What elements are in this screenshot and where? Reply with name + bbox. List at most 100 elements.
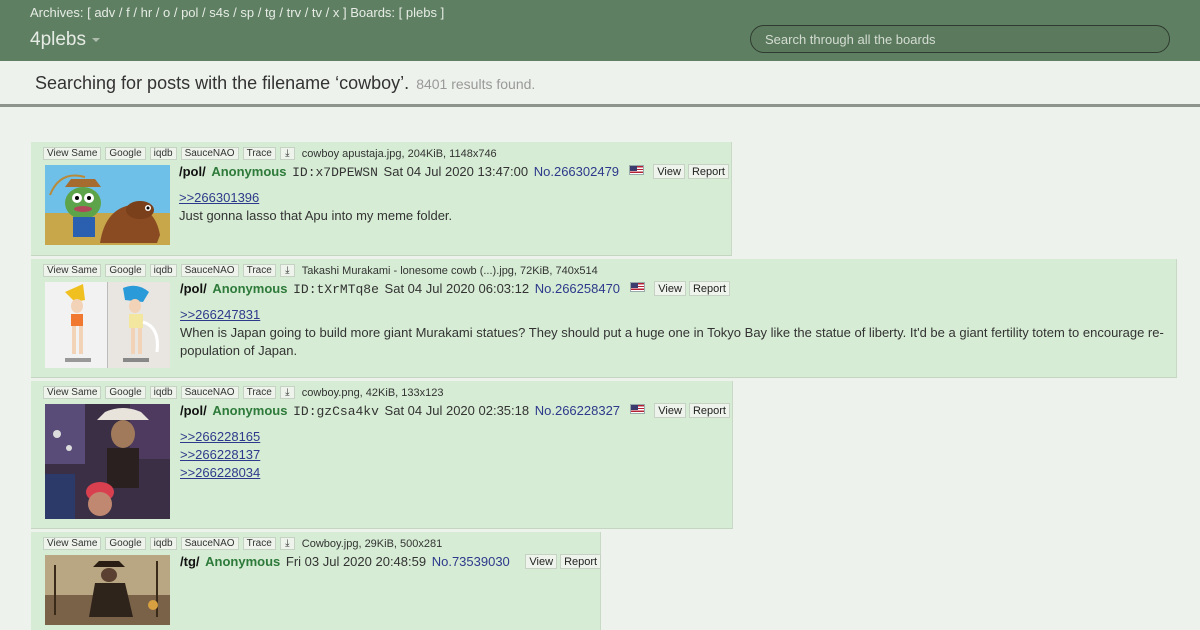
view-post-button[interactable]: View	[654, 281, 686, 296]
post-board[interactable]: /pol/	[180, 281, 207, 296]
archive-link-o[interactable]: o	[163, 5, 170, 20]
quote-link[interactable]: >>266228137	[180, 446, 720, 464]
post-thumbnail[interactable]	[45, 282, 170, 368]
poster-id[interactable]: ID:gzCsa4kv	[293, 404, 379, 419]
post-date: Sat 04 Jul 2020 06:03:12	[384, 281, 530, 296]
iqdb-button[interactable]: iqdb	[149, 537, 177, 550]
saucenao-button[interactable]: SauceNAO	[180, 264, 239, 277]
view-same-button[interactable]: View Same	[43, 537, 102, 550]
view-post-button[interactable]: View	[525, 554, 558, 569]
post-meta: /pol/ Anonymous ID:x7DPEWSN Sat 04 Jul 2…	[179, 164, 729, 180]
archive-link-x[interactable]: x	[333, 5, 340, 20]
iqdb-button[interactable]: iqdb	[149, 147, 177, 160]
saucenao-button[interactable]: SauceNAO	[180, 386, 239, 399]
poster-id[interactable]: ID:x7DPEWSN	[292, 165, 378, 180]
post-meta: /pol/ Anonymous ID:gzCsa4kv Sat 04 Jul 2…	[180, 403, 730, 419]
post-meta: /pol/ Anonymous ID:tXrMTq8e Sat 04 Jul 2…	[180, 281, 730, 297]
post-date: Sat 04 Jul 2020 02:35:18	[384, 403, 530, 418]
archive-link-pol[interactable]: pol	[181, 5, 198, 20]
image-tools: View Same Google iqdb SauceNAO Trace ⤓ cowboy …	[43, 147, 497, 160]
cowboy-photo-image	[45, 404, 170, 519]
archive-link-tv[interactable]: tv	[312, 5, 322, 20]
post-thumbnail[interactable]	[45, 555, 170, 625]
trace-button[interactable]: Trace	[242, 264, 276, 277]
us-flag-icon	[629, 404, 645, 414]
post-body: >>266228165 >>266228137 >>266228034	[180, 428, 720, 482]
board-link-plebs[interactable]: plebs	[406, 5, 437, 20]
download-icon[interactable]: ⤓	[279, 537, 295, 550]
poster-id[interactable]: ID:tXrMTq8e	[293, 282, 379, 297]
download-icon[interactable]: ⤓	[279, 386, 295, 399]
post-board[interactable]: /pol/	[179, 164, 206, 179]
archive-link-tg[interactable]: tg	[265, 5, 276, 20]
cowboy-artwork-image	[45, 555, 170, 625]
report-post-button[interactable]: Report	[560, 554, 602, 569]
file-info[interactable]: Takashi Murakami - lonesome cowb (...).j…	[302, 265, 598, 277]
file-info[interactable]: cowboy apustaja.jpg, 204KiB, 1148x746	[302, 148, 497, 160]
post-number[interactable]: No.266302479	[534, 164, 619, 179]
archives-nav: Archives: [ adv / f / hr / o / pol / s4s…	[30, 5, 445, 20]
quote-link[interactable]: >>266301396	[179, 189, 719, 207]
view-post-button[interactable]: View	[653, 164, 685, 179]
download-icon[interactable]: ⤓	[279, 147, 295, 160]
archive-link-f[interactable]: f	[126, 5, 130, 20]
quote-link[interactable]: >>266228165	[180, 428, 720, 446]
post-text: Just gonna lasso that Apu into my meme f…	[179, 208, 453, 223]
post-thumbnail[interactable]	[45, 404, 170, 519]
boards-label: ] Boards: [	[343, 5, 403, 20]
file-info[interactable]: Cowboy.jpg, 29KiB, 500x281	[302, 538, 442, 550]
pepe-cowboy-image	[45, 165, 170, 245]
download-icon[interactable]: ⤓	[279, 264, 295, 277]
archive-link-s4s[interactable]: s4s	[209, 5, 229, 20]
post-board[interactable]: /tg/	[180, 554, 200, 569]
brand-menu[interactable]: 4plebs	[30, 29, 100, 51]
brand-name: 4plebs	[30, 29, 86, 50]
view-same-button[interactable]: View Same	[43, 264, 102, 277]
post-author: Anonymous	[211, 164, 287, 179]
archive-link-sp[interactable]: sp	[240, 5, 254, 20]
trace-button[interactable]: Trace	[242, 386, 276, 399]
file-info[interactable]: cowboy.png, 42KiB, 133x123	[302, 387, 444, 399]
post-meta: /tg/ Anonymous Fri 03 Jul 2020 20:48:59 …	[180, 554, 602, 569]
post-number[interactable]: No.73539030	[432, 554, 510, 569]
image-tools: View Same Google iqdb SauceNAO Trace ⤓ cowboy.…	[43, 386, 443, 399]
quote-link[interactable]: >>266247831	[180, 306, 1165, 324]
image-tools: View Same Google iqdb SauceNAO Trace ⤓ Takashi…	[43, 264, 598, 277]
google-button[interactable]: Google	[105, 264, 146, 277]
us-flag-icon	[629, 282, 645, 292]
search-input[interactable]	[750, 25, 1170, 53]
report-post-button[interactable]: Report	[687, 164, 729, 179]
google-button[interactable]: Google	[105, 386, 146, 399]
report-post-button[interactable]: Report	[688, 403, 730, 418]
archive-link-adv[interactable]: adv	[94, 5, 115, 20]
google-button[interactable]: Google	[105, 537, 146, 550]
post-author: Anonymous	[212, 403, 288, 418]
post-date: Fri 03 Jul 2020 20:48:59	[285, 554, 427, 569]
iqdb-button[interactable]: iqdb	[149, 264, 177, 277]
iqdb-button[interactable]: iqdb	[149, 386, 177, 399]
view-same-button[interactable]: View Same	[43, 147, 102, 160]
report-post-button[interactable]: Report	[688, 281, 730, 296]
us-flag-icon	[628, 165, 644, 175]
post-item: View Same Google iqdb SauceNAO Trace ⤓ cowboy …	[31, 142, 732, 256]
post-number[interactable]: No.266258470	[535, 281, 620, 296]
quote-link[interactable]: >>266228034	[180, 464, 720, 482]
archive-link-trv[interactable]: trv	[287, 5, 301, 20]
post-board[interactable]: /pol/	[180, 403, 207, 418]
post-thumbnail[interactable]	[45, 165, 170, 245]
google-button[interactable]: Google	[105, 147, 146, 160]
post-number[interactable]: No.266228327	[535, 403, 620, 418]
post-item: View Same Google iqdb SauceNAO Trace ⤓ cowboy.…	[31, 381, 733, 529]
view-post-button[interactable]: View	[654, 403, 686, 418]
view-same-button[interactable]: View Same	[43, 386, 102, 399]
archive-link-hr[interactable]: hr	[141, 5, 153, 20]
saucenao-button[interactable]: SauceNAO	[180, 147, 239, 160]
archives-label: Archives: [	[30, 5, 91, 20]
image-tools: View Same Google iqdb SauceNAO Trace ⤓ Cowboy.…	[43, 537, 442, 550]
trace-button[interactable]: Trace	[242, 147, 276, 160]
top-navbar: Archives: [ adv / f / hr / o / pol / s4s…	[0, 0, 1200, 61]
post-text: When is Japan going to build more giant …	[180, 325, 1164, 358]
trace-button[interactable]: Trace	[242, 537, 276, 550]
saucenao-button[interactable]: SauceNAO	[180, 537, 239, 550]
post-author: Anonymous	[212, 281, 288, 296]
